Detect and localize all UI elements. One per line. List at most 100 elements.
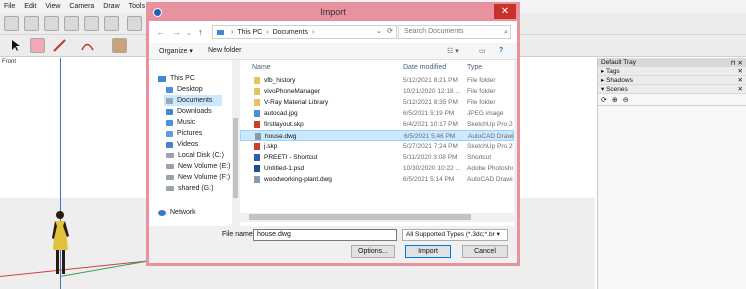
file-row[interactable]: house.dwg 6/5/2021 5:46 PM AutoCAD Drawing bbox=[240, 130, 514, 141]
file-date: 5/27/2021 7:24 PM bbox=[403, 143, 458, 150]
nav-item-this-pc[interactable]: This PC bbox=[158, 73, 195, 84]
dwg-file-icon bbox=[254, 176, 260, 183]
file-type: AutoCAD Drawing bbox=[467, 176, 513, 183]
menu-file[interactable]: File bbox=[4, 3, 15, 10]
cancel-button[interactable]: Cancel bbox=[462, 245, 508, 258]
column-header-date[interactable]: Date modified bbox=[403, 64, 446, 71]
file-row[interactable]: vfb_history 5/12/2021 8:21 PM File folder bbox=[240, 75, 514, 86]
nav-item-new-volume-f[interactable]: New Volume (F:) bbox=[166, 172, 230, 183]
warehouse-icon[interactable] bbox=[64, 16, 79, 31]
nav-item-shared-g[interactable]: shared (G:) bbox=[166, 183, 213, 194]
back-arrow-icon[interactable]: ← bbox=[156, 27, 165, 37]
tray-panel-scenes[interactable]: ▾ Scenes ✕ bbox=[598, 85, 746, 94]
add-scene-icon[interactable]: ⊕ bbox=[612, 96, 618, 104]
file-name: autocad.jpg bbox=[264, 110, 298, 117]
dialog-body: Import ✕ ← → ⌄ ↑ › This PC › Documents ›… bbox=[149, 4, 517, 263]
nav-item-downloads[interactable]: Downloads bbox=[166, 106, 212, 117]
breadcrumb-this-pc[interactable]: This PC bbox=[237, 29, 262, 36]
house-icon[interactable] bbox=[84, 16, 99, 31]
nav-label: Network bbox=[170, 209, 196, 216]
menu-edit[interactable]: Edit bbox=[24, 3, 36, 10]
close-button[interactable]: ✕ bbox=[494, 4, 516, 19]
nav-item-local-disk-c[interactable]: Local Disk (C:) bbox=[166, 150, 224, 161]
file-row[interactable]: V-Ray Material Library 5/12/2021 8:35 PM F… bbox=[240, 97, 514, 108]
nav-item-network[interactable]: Network bbox=[158, 207, 196, 218]
file-date: 10/30/2020 10:22 ... bbox=[403, 165, 461, 172]
menu-view[interactable]: View bbox=[45, 3, 60, 10]
nav-item-videos[interactable]: Videos bbox=[166, 139, 198, 150]
panel-close-icon[interactable]: ✕ bbox=[738, 85, 743, 93]
up-arrow-icon[interactable]: ↑ bbox=[198, 27, 203, 37]
file-row[interactable]: vivoPhoneManager 10/21/2020 12:18 ... File… bbox=[240, 86, 514, 97]
file-row[interactable]: firstlayout.skp 6/4/2021 10:17 PM SketchUp… bbox=[240, 119, 514, 130]
tray-pin-close[interactable]: ⊓ ✕ bbox=[731, 59, 743, 67]
component-icon[interactable] bbox=[4, 16, 19, 31]
nav-item-pictures[interactable]: Pictures bbox=[166, 128, 202, 139]
nav-item-music[interactable]: Music bbox=[166, 117, 195, 128]
pencil-icon[interactable] bbox=[52, 38, 67, 53]
preview-pane-icon[interactable]: ▭ bbox=[479, 47, 486, 55]
tray-title-text: Default Tray bbox=[601, 59, 637, 66]
file-row[interactable]: j.skp 5/27/2021 7:24 PM SketchUp Pro 2021 bbox=[240, 141, 514, 152]
filename-label: File name: bbox=[222, 231, 255, 238]
import-button[interactable]: Import bbox=[405, 245, 451, 258]
update-scene-icon[interactable]: ⟳ bbox=[601, 96, 607, 104]
nav-item-documents[interactable]: Documents bbox=[164, 95, 222, 106]
tray-panel-label: Shadows bbox=[606, 77, 633, 84]
folder-icon bbox=[254, 77, 260, 84]
panel-close-icon[interactable]: ✕ bbox=[738, 76, 743, 84]
file-name: V-Ray Material Library bbox=[264, 99, 329, 106]
remove-scene-icon[interactable]: ⊖ bbox=[623, 96, 629, 104]
nav-item-desktop[interactable]: Desktop bbox=[166, 84, 203, 95]
tray-panel-label: Tags bbox=[605, 68, 620, 75]
arc-icon[interactable] bbox=[80, 38, 95, 53]
file-row[interactable]: autocad.jpg 6/5/2021 5:19 PM JPEG image bbox=[240, 108, 514, 119]
menu-draw[interactable]: Draw bbox=[103, 3, 119, 10]
panel-close-icon[interactable]: ✕ bbox=[738, 67, 743, 75]
menu-tools[interactable]: Tools bbox=[129, 3, 145, 10]
column-header-type[interactable]: Type bbox=[467, 64, 482, 71]
filename-input[interactable]: house.dwg bbox=[253, 229, 397, 241]
file-list-scrollbar[interactable] bbox=[240, 213, 514, 222]
organize-button[interactable]: Organize ▾ bbox=[159, 47, 193, 55]
nav-scrollbar[interactable] bbox=[232, 60, 239, 226]
file-type: SketchUp Pro 2021 bbox=[467, 121, 513, 128]
nav-item-new-volume-e[interactable]: New Volume (E:) bbox=[166, 161, 231, 172]
chevron-down-icon[interactable]: ⌄ bbox=[186, 29, 192, 37]
rectangle-icon[interactable] bbox=[112, 38, 127, 53]
file-row[interactable]: Untitled-1.psd 10/30/2020 10:22 ... Adobe … bbox=[240, 163, 514, 174]
options-button[interactable]: Options... bbox=[351, 245, 395, 258]
extension-icon[interactable] bbox=[127, 16, 142, 31]
menu-camera[interactable]: Camera bbox=[69, 3, 94, 10]
new-folder-button[interactable]: New folder bbox=[208, 47, 241, 54]
column-header-name[interactable]: Name bbox=[252, 64, 271, 71]
breadcrumb-separator-icon: › bbox=[231, 28, 234, 36]
file-row[interactable]: PREETI - Shortcut 5/11/2020 3:08 PM Shortc… bbox=[240, 152, 514, 163]
file-date: 6/4/2021 10:17 PM bbox=[403, 121, 458, 128]
forward-arrow-icon[interactable]: → bbox=[172, 27, 181, 37]
pictures-icon bbox=[166, 130, 173, 137]
tray-panel-tags[interactable]: ▸ Tags ✕ bbox=[598, 67, 746, 76]
search-icon: ⌕ bbox=[504, 29, 508, 36]
tray-panel-label: Scenes bbox=[606, 86, 628, 93]
address-bar-row: ← → ⌄ ↑ › This PC › Documents › ⌄ ⟳ Sear… bbox=[149, 21, 517, 43]
refresh-icon[interactable]: ⟳ bbox=[387, 27, 393, 35]
components-icon[interactable] bbox=[24, 16, 39, 31]
home-icon[interactable] bbox=[44, 16, 59, 31]
nav-scroll-thumb[interactable] bbox=[233, 118, 238, 198]
file-name: j.skp bbox=[264, 143, 278, 150]
dropdown-arrow-icon[interactable]: ⌄ bbox=[376, 27, 382, 35]
breadcrumb-documents[interactable]: Documents bbox=[273, 29, 308, 36]
search-input[interactable]: Search Documents bbox=[398, 25, 511, 39]
view-options-icon[interactable]: ☷ ▾ bbox=[447, 47, 459, 55]
select-arrow-icon[interactable] bbox=[8, 38, 23, 53]
eraser-icon[interactable] bbox=[30, 38, 45, 53]
file-row[interactable]: woodworking-plant.dwg 6/5/2021 5:14 PM Aut… bbox=[240, 174, 514, 185]
scroll-thumb[interactable] bbox=[249, 214, 471, 220]
breadcrumb[interactable]: › This PC › Documents › ⌄ ⟳ bbox=[212, 25, 397, 39]
file-type-select[interactable]: All Supported Types (*.3dc;*.br ▾ bbox=[402, 229, 508, 241]
dialog-titlebar[interactable]: Import ✕ bbox=[149, 4, 517, 21]
help-icon[interactable]: ? bbox=[499, 47, 503, 54]
tray-panel-shadows[interactable]: ▸ Shadows ✕ bbox=[598, 76, 746, 85]
layout-icon[interactable] bbox=[104, 16, 119, 31]
